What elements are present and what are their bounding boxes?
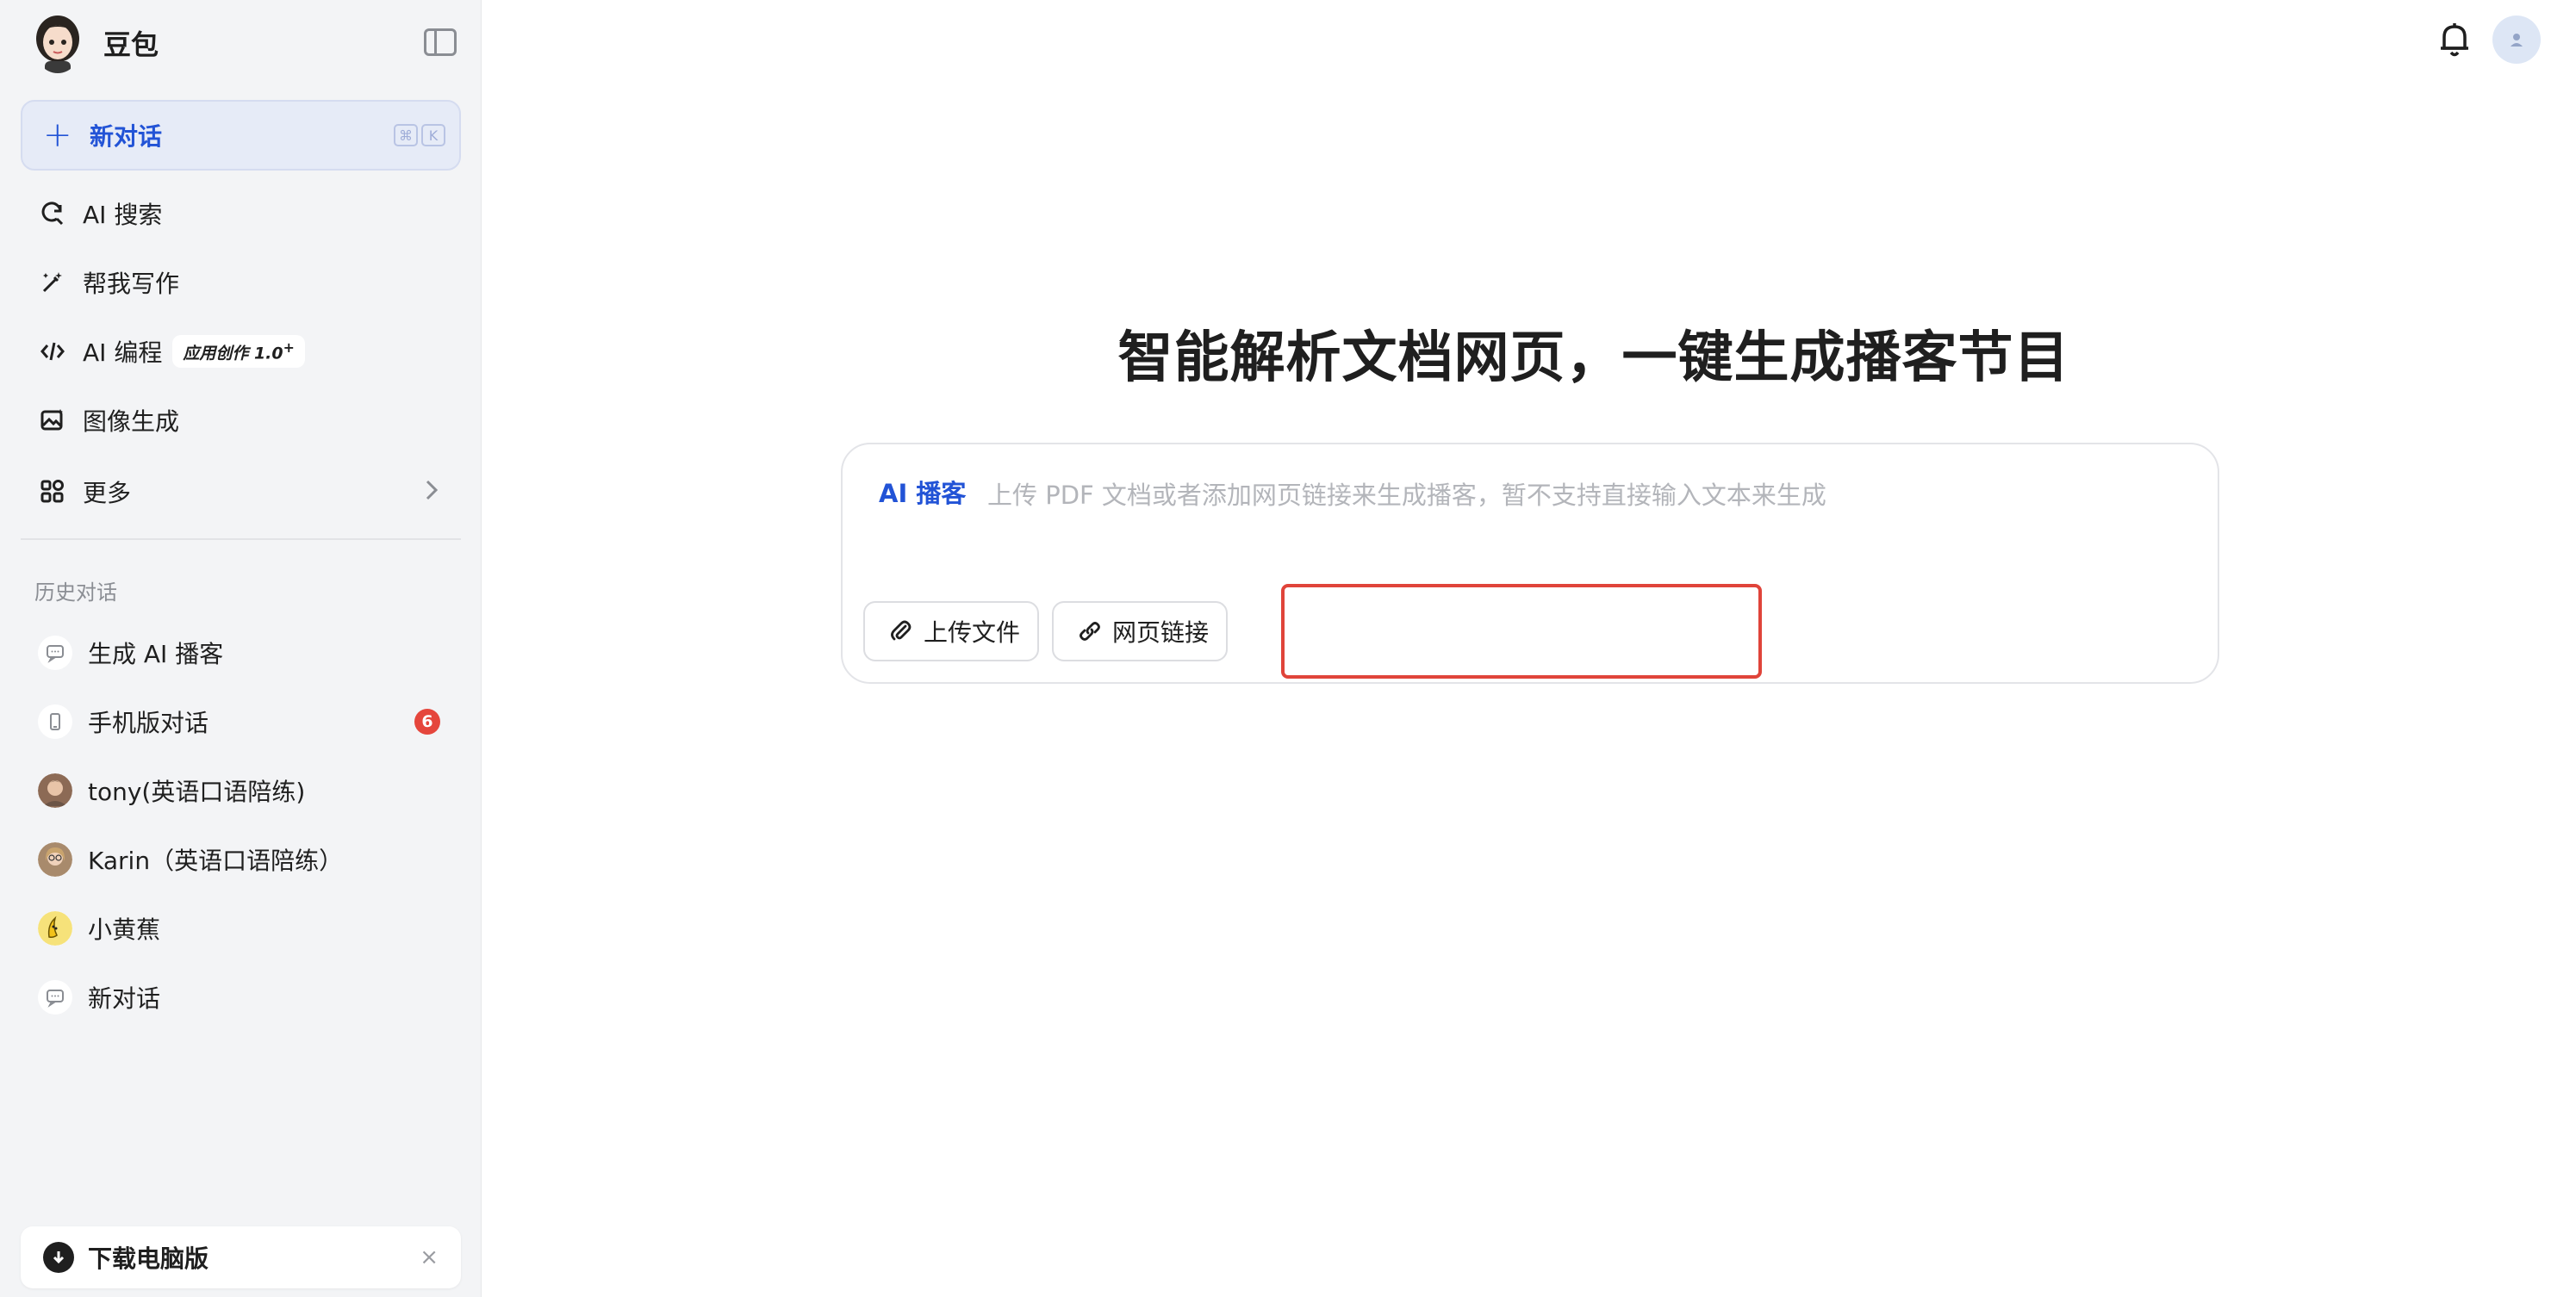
nav-label: 更多 — [83, 479, 132, 507]
bell-icon[interactable] — [2437, 21, 2472, 59]
avatar-tony-icon — [38, 773, 72, 808]
upload-file-label: 上传文件 — [924, 618, 1021, 647]
history-item-label: 手机版对话 — [88, 709, 209, 737]
shortcut-key-cmd: ⌘ — [394, 124, 418, 146]
nav-item-ai-search[interactable]: AI 搜索 — [21, 185, 461, 242]
sidebar-collapse-icon[interactable] — [424, 28, 457, 56]
avatar-karin-icon — [38, 842, 72, 877]
history-item-label: Karin（英语口语陪练） — [88, 847, 344, 875]
history-item-label: 生成 AI 播客 — [88, 640, 224, 668]
image-icon — [38, 406, 67, 435]
download-desktop-banner[interactable]: 下载电脑版 × — [21, 1226, 461, 1288]
apps-icon — [38, 477, 67, 506]
history-section-title: 历史对话 — [34, 580, 117, 605]
sidebar: 豆包 + 新对话 ⌘ K AI 搜索 帮我写作 AI 编程 应用创作 1.0+ … — [0, 0, 482, 1297]
phone-icon — [38, 704, 72, 739]
web-link-label: 网页链接 — [1112, 618, 1210, 647]
version-badge-text: 应用创作 1.0 — [183, 344, 283, 363]
nav-label: AI 搜索 — [83, 201, 163, 229]
highlight-box — [1281, 584, 1762, 679]
upload-file-button[interactable]: 上传文件 — [863, 601, 1040, 661]
history-item-label: 新对话 — [88, 984, 161, 1013]
prompt-placeholder: 上传 PDF 文档或者添加网页链接来生成播客，暂不支持直接输入文本来生成 — [987, 481, 1826, 510]
search-refresh-icon — [38, 199, 67, 228]
new-chat-label: 新对话 — [90, 122, 163, 151]
avatar-banana-icon — [38, 911, 72, 946]
plus-icon: + — [43, 115, 72, 155]
history-item[interactable]: 新对话 — [21, 969, 461, 1026]
code-icon — [38, 337, 67, 366]
close-icon[interactable]: × — [420, 1244, 439, 1270]
chat-icon — [38, 636, 72, 670]
user-avatar[interactable] — [2492, 16, 2541, 64]
nav-label: AI 编程 — [83, 338, 163, 367]
app-window: 豆包 + 新对话 ⌘ K AI 搜索 帮我写作 AI 编程 应用创作 1.0+ … — [0, 0, 2576, 1297]
history-item[interactable]: tony(英语口语陪练) — [21, 762, 461, 819]
shortcut-hint: ⌘ K — [394, 124, 445, 146]
brand-name: 豆包 — [103, 28, 159, 61]
nav-label: 图像生成 — [83, 407, 180, 436]
web-link-button[interactable]: 网页链接 — [1052, 601, 1229, 661]
version-badge: 应用创作 1.0+ — [172, 334, 305, 369]
nav-label: 帮我写作 — [83, 270, 180, 298]
nav-item-more[interactable]: 更多 — [21, 463, 461, 520]
main-panel: 智能解析文档网页，一键生成播客节目 AI 播客 上传 PDF 文档或者添加网页链… — [482, 0, 2576, 1297]
nav-item-image-gen[interactable]: 图像生成 — [21, 392, 461, 449]
nav-item-ai-coding[interactable]: AI 编程 应用创作 1.0+ — [21, 323, 461, 380]
sidebar-divider — [21, 538, 461, 540]
history-item-label: tony(英语口语陪练) — [88, 778, 306, 806]
nav-item-writing[interactable]: 帮我写作 — [21, 254, 461, 311]
shortcut-key-k: K — [421, 124, 445, 146]
new-chat-button[interactable]: + 新对话 ⌘ K — [21, 100, 461, 171]
history-item[interactable]: Karin（英语口语陪练） — [21, 831, 461, 888]
unread-count-badge: 6 — [414, 709, 440, 735]
version-badge-sup: + — [283, 338, 295, 356]
link-icon — [1078, 618, 1104, 644]
history-item[interactable]: 生成 AI 播客 — [21, 624, 461, 681]
history-item[interactable]: 小黄蕉 — [21, 900, 461, 957]
ai-podcast-tag[interactable]: AI 播客 — [879, 474, 966, 510]
chevron-right-icon — [425, 479, 439, 505]
brand-avatar — [33, 13, 83, 73]
history-item[interactable]: 手机版对话 6 — [21, 693, 461, 750]
download-icon — [43, 1242, 74, 1273]
chat-icon — [38, 980, 72, 1015]
pen-sparkle-icon — [38, 268, 67, 297]
paperclip-icon — [889, 618, 915, 644]
brand[interactable]: 豆包 — [33, 12, 159, 74]
page-headline: 智能解析文档网页，一键生成播客节目 — [1117, 326, 2070, 390]
history-item-label: 小黄蕉 — [88, 915, 161, 944]
download-label: 下载电脑版 — [88, 1244, 209, 1273]
